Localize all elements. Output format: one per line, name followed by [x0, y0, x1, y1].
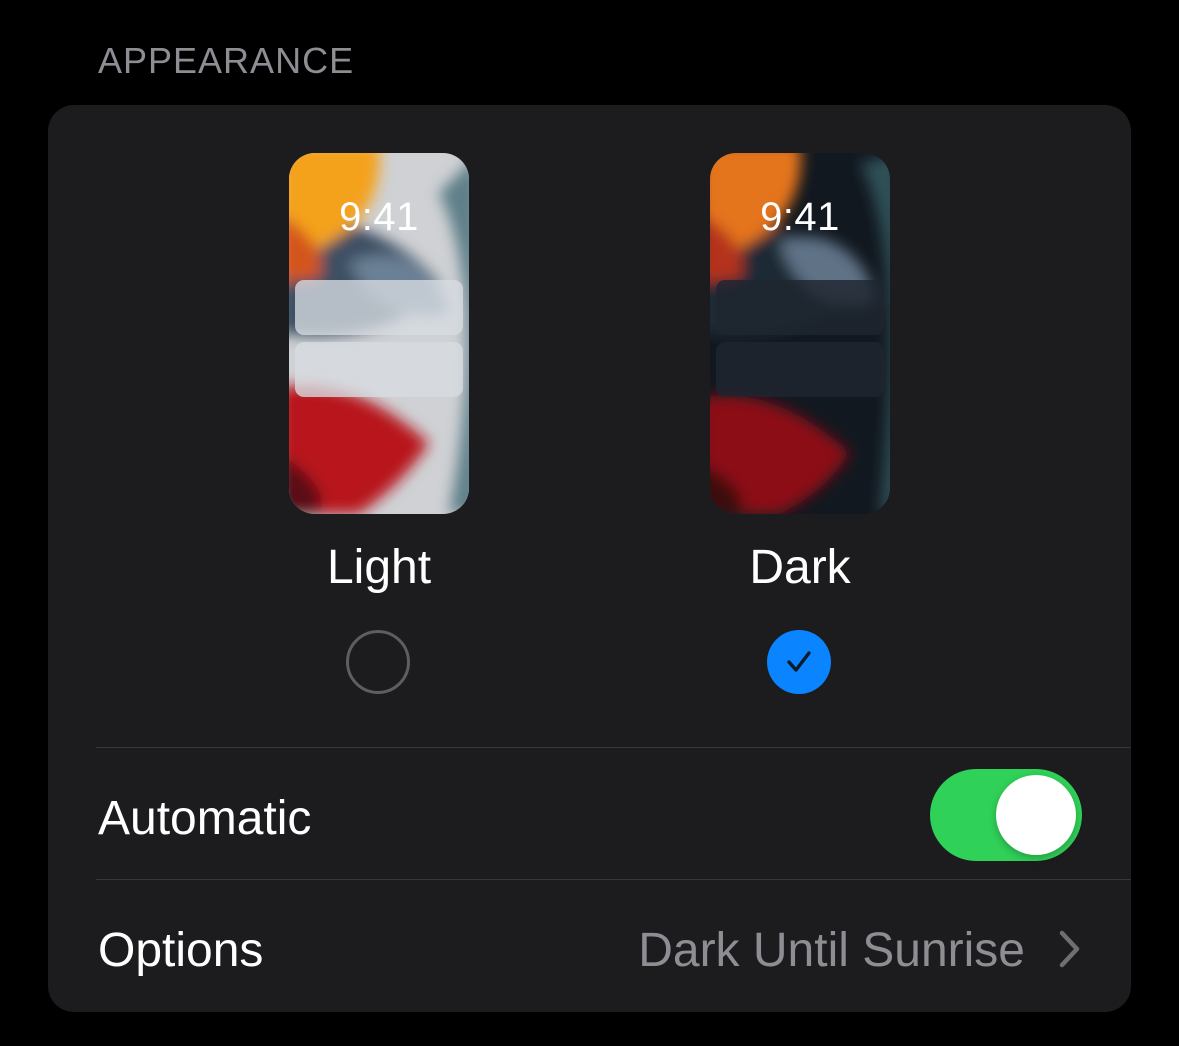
row-separator — [96, 879, 1131, 880]
light-mode-option[interactable]: 9:41 Light — [259, 105, 499, 745]
automatic-row: Automatic — [48, 749, 1131, 879]
light-mode-label: Light — [326, 541, 432, 594]
automatic-toggle[interactable] — [930, 769, 1082, 861]
light-radio-button[interactable] — [346, 630, 410, 694]
preview-clock: 9:41 — [760, 195, 840, 239]
dark-radio-button[interactable] — [767, 630, 831, 694]
dark-mode-label: Dark — [749, 541, 851, 594]
toggle-knob — [996, 775, 1076, 855]
options-row[interactable]: Options Dark Until Sunrise — [48, 881, 1131, 1011]
notification-placeholder — [716, 280, 884, 335]
options-value: Dark Until Sunrise — [638, 924, 1025, 977]
automatic-label: Automatic — [98, 792, 312, 845]
preview-clock: 9:41 — [339, 195, 419, 239]
section-header: APPEARANCE — [98, 40, 355, 81]
dark-mode-option[interactable]: 9:41 Dark — [680, 105, 920, 745]
notification-placeholder — [295, 280, 463, 335]
options-label: Options — [98, 924, 264, 977]
notification-placeholder — [295, 342, 463, 397]
notification-placeholder — [716, 342, 884, 397]
light-preview-thumbnail[interactable]: 9:41 — [289, 153, 469, 514]
appearance-card: 9:41 Light 9:41 Dark Automatic Options D… — [48, 105, 1131, 1012]
dark-preview-thumbnail[interactable]: 9:41 — [710, 153, 890, 514]
row-separator — [96, 747, 1131, 748]
chevron-right-icon — [1059, 930, 1080, 968]
checkmark-icon — [787, 651, 811, 672]
